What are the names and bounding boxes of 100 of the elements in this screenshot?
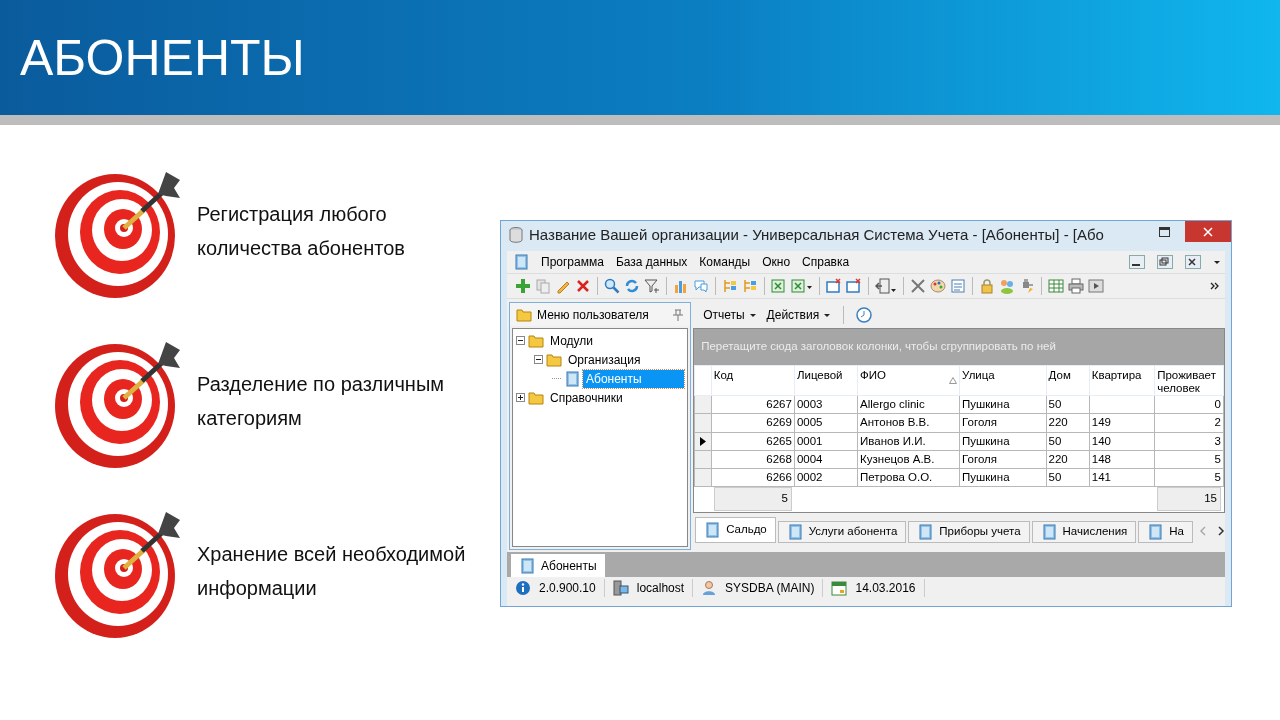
column-header[interactable]: Лицевой bbox=[794, 365, 858, 396]
table-icon[interactable] bbox=[1048, 278, 1064, 294]
book-icon bbox=[513, 254, 529, 270]
bar-chart-icon[interactable] bbox=[673, 278, 689, 294]
folder-icon bbox=[528, 389, 544, 406]
table-cell: 0002 bbox=[794, 468, 858, 487]
table-cell: Гоголя bbox=[959, 413, 1047, 432]
detail-tab[interactable]: Начисления bbox=[1031, 520, 1137, 543]
table-cell: Кузнецов А.В. bbox=[857, 450, 960, 469]
notepad-icon[interactable] bbox=[950, 278, 966, 294]
users-icon[interactable] bbox=[999, 278, 1015, 294]
tree-icon[interactable] bbox=[722, 278, 738, 294]
dropdown-label: Отчеты bbox=[703, 307, 745, 324]
table-cell: 220 bbox=[1046, 450, 1090, 469]
detail-tab[interactable]: Услуги абонента bbox=[777, 520, 907, 543]
detail-tab[interactable]: На bbox=[1138, 520, 1193, 543]
status-text: localhost bbox=[636, 580, 685, 597]
slide-title: АБОНЕНТЫ bbox=[20, 28, 305, 88]
scroll-left-icon[interactable] bbox=[1199, 525, 1207, 536]
table-cell: 0004 bbox=[794, 450, 858, 469]
folder-icon bbox=[546, 351, 562, 368]
book-icon bbox=[704, 521, 721, 538]
dropdown-label: Действия bbox=[766, 307, 820, 324]
table-cell: Пушкина bbox=[959, 395, 1047, 414]
window-icon[interactable] bbox=[826, 278, 842, 294]
table-cell: Пушкина bbox=[959, 432, 1047, 451]
table-cell: Антонов В.В. bbox=[857, 413, 960, 432]
spreadsheet-icon[interactable] bbox=[791, 278, 813, 294]
chevron-icon[interactable] bbox=[1210, 282, 1219, 290]
table-cell: 6268 bbox=[711, 450, 795, 469]
row-pointer-icon bbox=[699, 436, 706, 446]
tree-item[interactable]: Модули bbox=[547, 331, 596, 350]
menu-item[interactable]: Программа bbox=[541, 253, 604, 271]
add-icon[interactable] bbox=[515, 278, 531, 294]
table-cell: 0001 bbox=[794, 432, 858, 451]
clock-icon[interactable] bbox=[856, 307, 873, 323]
printer-icon[interactable] bbox=[1068, 278, 1084, 294]
detail-tab[interactable]: Сальдо bbox=[695, 516, 776, 543]
book-icon bbox=[1040, 523, 1057, 540]
tree-item[interactable]: Справочники bbox=[547, 388, 626, 407]
column-header[interactable]: Улица bbox=[959, 365, 1047, 396]
expand-icon[interactable] bbox=[516, 393, 525, 402]
book-icon bbox=[564, 370, 580, 387]
tree-icon[interactable] bbox=[742, 278, 758, 294]
table-cell: 220 bbox=[1046, 413, 1090, 432]
close-button[interactable] bbox=[1185, 255, 1201, 269]
server-icon bbox=[612, 580, 629, 596]
collapse-icon[interactable] bbox=[534, 355, 543, 364]
table-cell: 0003 bbox=[794, 395, 858, 414]
pin-icon[interactable] bbox=[672, 308, 685, 321]
calendar-icon bbox=[831, 580, 848, 596]
book-icon bbox=[786, 523, 803, 540]
door-icon[interactable] bbox=[875, 278, 897, 294]
table-cell: 3 bbox=[1154, 432, 1224, 451]
table-cell: Петрова О.О. bbox=[857, 468, 960, 487]
document-tab[interactable]: Абоненты bbox=[511, 554, 605, 577]
status-text: 2.0.900.10 bbox=[539, 580, 596, 597]
bullet-text: Регистрация любого количества абонентов bbox=[197, 202, 405, 261]
table-cell: 149 bbox=[1089, 413, 1155, 432]
column-header[interactable]: Проживает человек bbox=[1154, 365, 1224, 396]
info-icon bbox=[515, 580, 531, 596]
summary-count: 5 bbox=[713, 487, 792, 510]
dropdown-button[interactable]: Отчеты bbox=[703, 306, 757, 324]
menu-item[interactable]: Справка bbox=[802, 253, 850, 271]
caret-icon bbox=[1213, 259, 1221, 265]
palette-icon[interactable] bbox=[930, 278, 946, 294]
scroll-right-icon[interactable] bbox=[1217, 525, 1225, 536]
filter-icon[interactable] bbox=[644, 278, 660, 294]
column-header[interactable]: Квартира bbox=[1089, 365, 1155, 396]
column-header[interactable]: Код bbox=[711, 365, 795, 396]
table-cell: 5 bbox=[1154, 468, 1224, 487]
window-icon[interactable] bbox=[846, 278, 862, 294]
table-cell: 0005 bbox=[794, 413, 858, 432]
detail-tab[interactable]: Приборы учета bbox=[908, 520, 1030, 543]
spreadsheet-icon[interactable] bbox=[771, 278, 787, 294]
restore-button[interactable] bbox=[1157, 255, 1173, 269]
search-icon[interactable] bbox=[604, 278, 620, 294]
collapse-icon[interactable] bbox=[516, 336, 525, 345]
table-cell: 140 bbox=[1089, 432, 1155, 451]
play-icon[interactable] bbox=[1088, 278, 1104, 294]
table-cell: 5 bbox=[1154, 450, 1224, 469]
lock-icon[interactable] bbox=[979, 278, 995, 294]
speech-bubble-icon[interactable] bbox=[693, 278, 709, 294]
book-icon bbox=[1147, 523, 1164, 540]
refresh-icon[interactable] bbox=[624, 278, 640, 294]
dropdown-button[interactable]: Действия bbox=[766, 306, 832, 324]
table-cell: 6267 bbox=[711, 395, 795, 414]
delete-icon[interactable] bbox=[575, 278, 591, 294]
summary-total: 15 bbox=[1157, 487, 1221, 510]
column-header[interactable]: Дом bbox=[1046, 365, 1090, 396]
caret-icon bbox=[748, 312, 757, 318]
menu-item[interactable]: Команды bbox=[699, 253, 751, 271]
table-cell: Гоголя bbox=[959, 450, 1047, 469]
user-icon bbox=[701, 580, 718, 596]
table-cell: 6265 bbox=[711, 432, 795, 451]
menu-item[interactable]: Окно bbox=[762, 253, 791, 271]
table-cell: Пушкина bbox=[959, 468, 1047, 487]
minimize-button[interactable] bbox=[1129, 255, 1145, 269]
menu-item[interactable]: База данных bbox=[615, 253, 688, 271]
tree-item[interactable]: Организация bbox=[565, 350, 644, 369]
